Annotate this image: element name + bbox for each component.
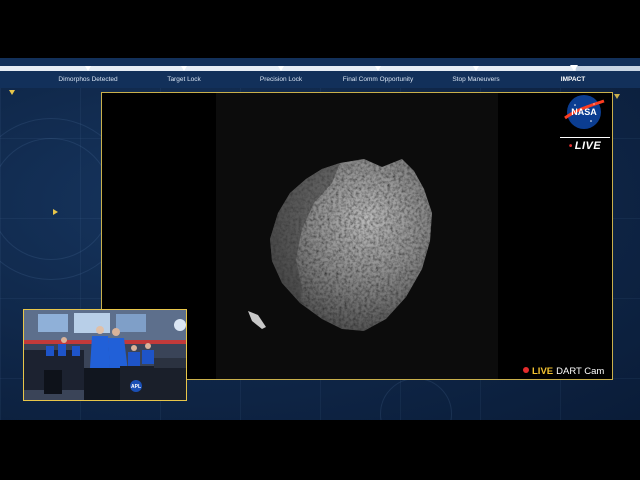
timeline-tick-icon [181, 66, 187, 71]
yellow-marker-icon [9, 90, 15, 95]
timeline-tick-icon [570, 65, 578, 71]
yellow-marker-icon [53, 209, 58, 215]
timeline-milestone-label: Dimorphos Detected [58, 76, 118, 83]
apl-logo-text: APL [131, 384, 141, 390]
timeline-tick-icon [473, 66, 479, 71]
yellow-marker-icon [614, 94, 620, 99]
camera-name: DART Cam [556, 366, 605, 377]
camera-live-word: LIVE [532, 366, 554, 377]
timeline-milestone-label: IMPACT [560, 76, 586, 83]
camera-caption: LIVE DART Cam [523, 366, 604, 377]
mission-control-room-image: APL [24, 310, 186, 400]
timeline-milestone-label: Stop Maneuvers [452, 76, 500, 83]
live-badge-text: LIVE [574, 140, 602, 152]
red-dot-icon: • [568, 141, 573, 152]
nasa-logo-text: NASA [571, 107, 597, 117]
timeline-milestone-label: Target Lock [167, 76, 201, 83]
nasa-meatball-logo-icon: NASA [564, 95, 605, 129]
live-badge: • LIVE [560, 137, 610, 153]
mission-timeline: Dimorphos Detected Target Lock Precision L… [0, 58, 640, 88]
mission-control-inset-video: APL [23, 309, 187, 401]
timeline-milestone-label: Final Comm Opportunity [342, 76, 414, 83]
timeline-tick-icon [375, 66, 381, 71]
red-dot-icon [523, 367, 529, 373]
timeline-tick-icon [85, 66, 91, 71]
timeline-tick-icon [278, 66, 284, 71]
timeline-milestone-label: Precision Lock [259, 76, 303, 83]
